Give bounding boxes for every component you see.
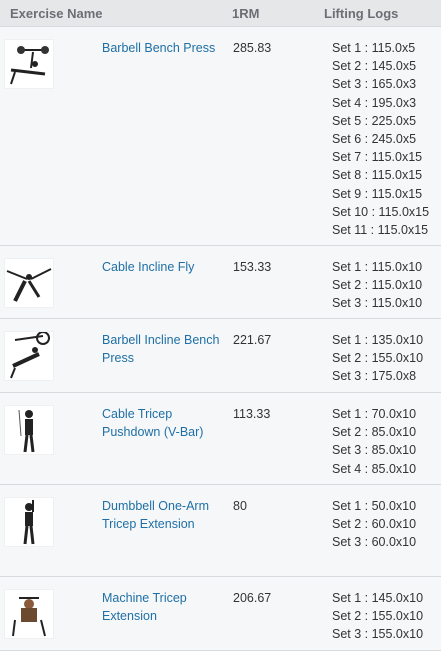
exercise-row[interactable]: Machine Tricep Extension 206.67 Set 1 : 14… [0,577,441,651]
lifting-log-list: Set 1 : 115.0x10 Set 2 : 115.0x10 Set 3 : … [332,258,422,313]
exercise-row[interactable]: Dumbbell One-Arm Tricep Extension 80 Set 1… [0,485,441,577]
set-entry: Set 2 : 85.0x10 [332,425,417,440]
dumbbell-extension-figure-icon [4,497,54,547]
one-rep-max-header: 1RM [232,6,260,21]
exercise-list: Barbell Bench Press 285.83 Set 1 : 115.0x5… [0,27,441,651]
set-entry: Set 9 : 115.0x15 [332,186,423,201]
incline-bench-figure-icon [4,331,54,381]
set-entry: Set 11 : 115.0x15 [332,223,429,238]
set-entry: Set 6 : 245.0x5 [332,132,417,147]
one-rep-max-value: 153.33 [233,260,272,274]
exercise-row[interactable]: Barbell Incline Bench Press 221.67 Set 1 :… [0,319,441,393]
set-entry: Set 2 : 115.0x10 [332,278,423,293]
set-entry: Set 8 : 115.0x15 [332,168,423,183]
lifting-log-list: Set 1 : 135.0x10 Set 2 : 155.0x10 Set 3 : … [332,331,423,386]
exercise-name-link[interactable]: Barbell Incline Bench Press [102,331,228,367]
set-entry: Set 2 : 145.0x5 [332,59,417,74]
exercise-row[interactable]: Cable Tricep Pushdown (V-Bar) 113.33 Set 1… [0,393,441,485]
set-entry: Set 4 : 195.0x3 [332,95,417,110]
set-entry: Set 2 : 155.0x10 [332,351,424,366]
one-rep-max-value: 206.67 [233,591,272,605]
set-entry: Set 10 : 115.0x15 [332,204,430,219]
lifting-log-list: Set 1 : 115.0x5 Set 2 : 145.0x5 Set 3 : 16… [332,39,429,239]
exercise-name-link[interactable]: Cable Incline Fly [102,258,228,276]
set-entry: Set 2 : 60.0x10 [332,517,417,532]
set-entry: Set 7 : 115.0x15 [332,150,423,165]
set-entry: Set 1 : 135.0x10 [332,333,424,347]
set-entry: Set 3 : 155.0x10 [332,627,424,642]
lifting-log-list: Set 1 : 145.0x10 Set 2 : 155.0x10 Set 3 : … [332,589,423,644]
set-entry: Set 3 : 115.0x10 [332,296,423,311]
one-rep-max-value: 80 [233,499,247,513]
exercise-name-header: Exercise Name [10,6,103,21]
exercise-row[interactable]: Cable Incline Fly 153.33 Set 1 : 115.0x10 S… [0,246,441,319]
tricep-pushdown-figure-icon [4,405,54,455]
incline-fly-figure-icon [4,258,54,308]
table-header: Exercise Name 1RM Lifting Logs [0,0,441,27]
lifting-log-list: Set 1 : 70.0x10 Set 2 : 85.0x10 Set 3 : 85… [332,405,416,478]
set-entry: Set 3 : 85.0x10 [332,443,417,458]
machine-extension-figure-icon [4,589,54,639]
set-entry: Set 3 : 60.0x10 [332,535,417,550]
bench-press-figure-icon [4,39,54,89]
set-entry: Set 1 : 50.0x10 [332,499,417,513]
exercise-row[interactable]: Barbell Bench Press 285.83 Set 1 : 115.0x5… [0,27,441,246]
set-entry: Set 5 : 225.0x5 [332,113,417,128]
lifting-log-list: Set 1 : 50.0x10 Set 2 : 60.0x10 Set 3 : 60… [332,497,416,552]
set-entry: Set 1 : 70.0x10 [332,407,417,421]
one-rep-max-value: 285.83 [233,41,272,55]
exercise-name-link[interactable]: Cable Tricep Pushdown (V-Bar) [102,405,228,441]
set-entry: Set 1 : 115.0x10 [332,260,423,274]
set-entry: Set 3 : 175.0x8 [332,369,417,384]
set-entry: Set 1 : 145.0x10 [332,591,424,605]
set-entry: Set 1 : 115.0x5 [332,41,416,55]
lifting-logs-header: Lifting Logs [324,6,399,21]
exercise-name-link[interactable]: Dumbbell One-Arm Tricep Extension [102,497,228,533]
exercise-name-link[interactable]: Machine Tricep Extension [102,589,228,625]
exercise-name-link[interactable]: Barbell Bench Press [102,39,228,57]
one-rep-max-value: 221.67 [233,333,272,347]
set-entry: Set 2 : 155.0x10 [332,609,424,624]
one-rep-max-value: 113.33 [233,407,271,421]
set-entry: Set 3 : 165.0x3 [332,77,417,92]
set-entry: Set 4 : 85.0x10 [332,461,417,476]
